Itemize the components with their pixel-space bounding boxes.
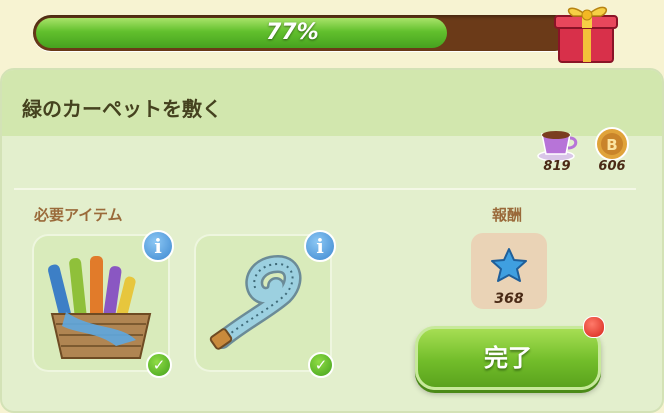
checkmark-icon: ✓ [308,352,334,378]
reward-card: 368 [471,233,547,309]
teacup-icon [537,131,578,162]
gift-box-icon[interactable] [553,0,623,64]
divider [14,188,636,190]
complete-button[interactable]: 完了 [415,326,601,390]
info-button[interactable]: i [304,230,336,262]
reward-amount: 368 [494,291,524,307]
coin-icon: B [595,127,629,161]
required-item-fabric[interactable]: i ✓ [32,230,174,378]
coin-currency: B 606 [589,126,635,178]
checkmark-icon: ✓ [146,352,172,378]
progress-bar: 77% [33,15,573,51]
required-items-label: 必要アイテム [34,206,123,224]
coin-amount: 606 [598,159,626,174]
required-item-measuring-tape[interactable]: i ✓ [194,230,336,378]
progress-label: 77% [266,20,319,45]
reward-label: 報酬 [492,206,523,224]
teacup-currency: 819 [534,126,580,178]
teacup-amount: 819 [543,159,571,174]
info-button[interactable]: i [142,230,174,262]
notification-dot [583,316,605,338]
quest-title: 緑のカーペットを敷く [22,97,222,121]
svg-text:B: B [606,136,617,154]
blue-star-icon [491,248,527,282]
